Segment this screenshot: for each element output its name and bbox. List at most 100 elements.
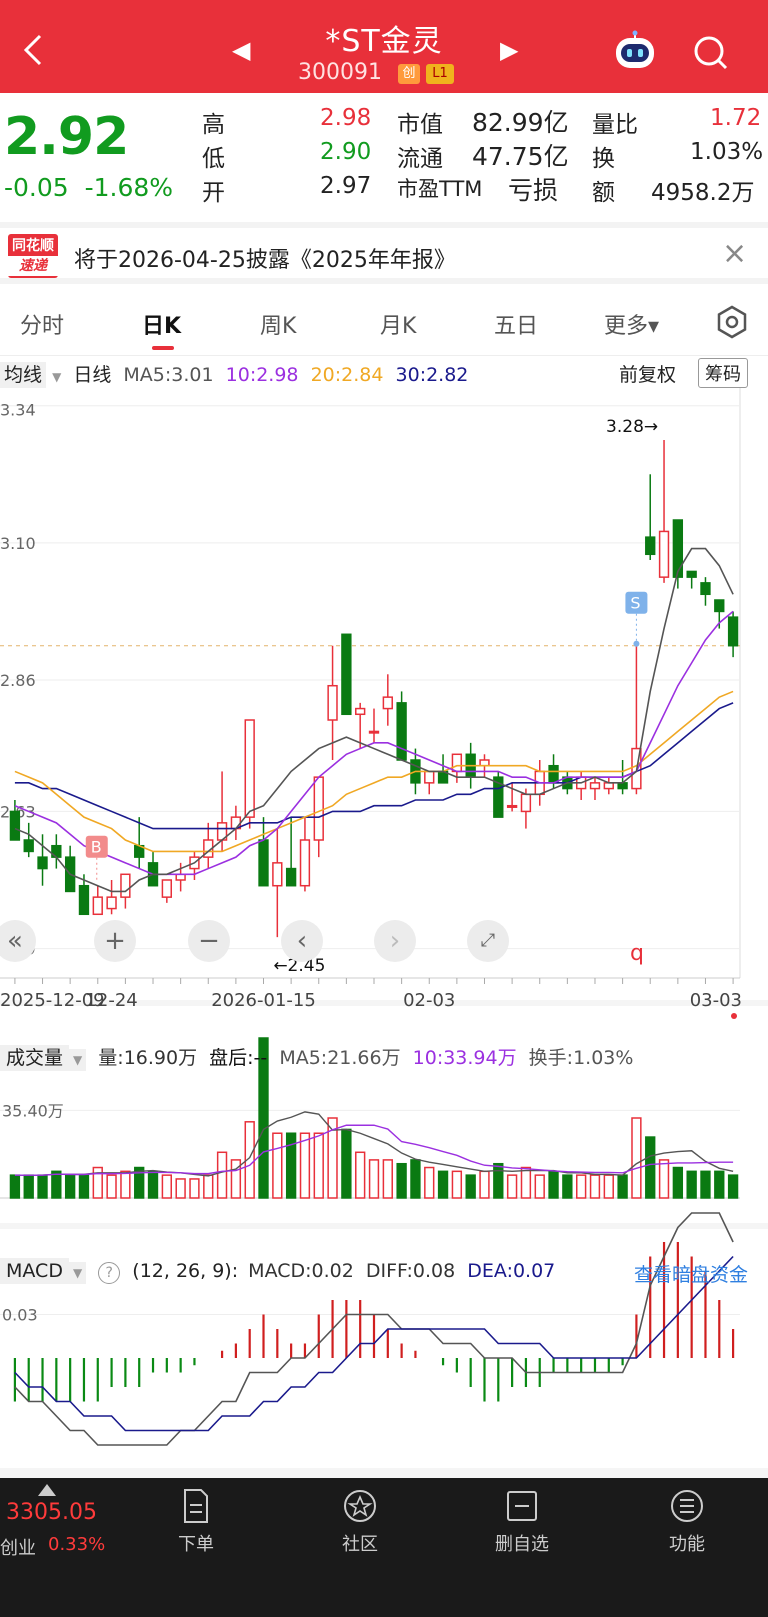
ma5-value: MA5:3.01 bbox=[123, 364, 214, 386]
price-axis-label: 3.10 bbox=[0, 534, 36, 553]
cursor-marker-icon: q bbox=[630, 941, 644, 966]
turnover-value: 1.03% bbox=[690, 139, 764, 165]
candle bbox=[686, 570, 697, 589]
turnover-rate: 换手:1.03% bbox=[528, 1047, 634, 1069]
order-button[interactable]: 下单 bbox=[146, 1488, 246, 1556]
volume-bar bbox=[23, 1174, 34, 1199]
indicator-select[interactable]: 均线 bbox=[0, 362, 47, 388]
volume-bar bbox=[175, 1178, 186, 1199]
volume-bar bbox=[285, 1132, 297, 1199]
float-value: 47.75亿 bbox=[472, 142, 569, 171]
scroll-right-icon[interactable]: › bbox=[374, 920, 416, 962]
candle-body bbox=[714, 599, 725, 613]
candle-body bbox=[589, 782, 601, 790]
ma20-value: 20:2.84 bbox=[310, 364, 384, 386]
volume-select[interactable]: 成交量 bbox=[0, 1045, 70, 1071]
robot-assistant-icon[interactable] bbox=[612, 30, 658, 74]
chip-button[interactable]: 筹码 bbox=[698, 358, 748, 388]
macd-axis-label: 0.03 bbox=[2, 1306, 38, 1325]
next-stock-icon[interactable]: ▶ bbox=[500, 38, 518, 62]
candle bbox=[645, 474, 656, 560]
index-value[interactable]: 3305.05 bbox=[6, 1500, 97, 1525]
functions-button[interactable]: 功能 bbox=[637, 1488, 737, 1556]
candle bbox=[658, 440, 670, 583]
volume-ratio-value: 1.72 bbox=[710, 105, 762, 131]
after-hours-value: 盘后:-- bbox=[209, 1047, 268, 1069]
candle-body bbox=[78, 884, 90, 916]
volume-bar bbox=[534, 1174, 545, 1199]
tab-more[interactable]: 更多▾ bbox=[604, 308, 659, 340]
candle-body bbox=[313, 776, 324, 841]
candle bbox=[161, 879, 172, 903]
menu-icon bbox=[671, 1490, 703, 1522]
mcap-value: 82.99亿 bbox=[472, 108, 569, 137]
candle bbox=[92, 885, 103, 916]
candle bbox=[576, 771, 587, 800]
volume-bar bbox=[700, 1170, 711, 1199]
sell-signal-label: S bbox=[630, 594, 640, 613]
volume-bar bbox=[64, 1174, 76, 1199]
volume-bar bbox=[658, 1159, 670, 1199]
dark-pool-link[interactable]: 查看暗盘资金 bbox=[634, 1260, 748, 1287]
volume-bar bbox=[686, 1170, 697, 1199]
order-icon bbox=[184, 1489, 208, 1523]
kline-legend: 均线 ▼ 日线 MA5:3.01 10:2.98 20:2.84 30:2.82 bbox=[0, 360, 468, 388]
index-name: 创业 bbox=[0, 1538, 36, 1559]
open-value: 2.97 bbox=[320, 173, 372, 199]
pe-label: 市盈TTM bbox=[397, 177, 483, 201]
candle-body bbox=[175, 873, 186, 881]
macd-select[interactable]: MACD bbox=[0, 1258, 69, 1284]
candle bbox=[230, 805, 242, 840]
caret-up-icon bbox=[38, 1484, 56, 1496]
tab-intraday[interactable]: 分时 bbox=[20, 308, 64, 340]
candle-body bbox=[37, 856, 48, 870]
candle-body bbox=[299, 839, 311, 887]
candle bbox=[493, 771, 504, 818]
candle-body bbox=[23, 839, 34, 853]
mcap-label: 市值 bbox=[397, 112, 443, 138]
tab-daily-k[interactable]: 日K bbox=[142, 308, 181, 340]
help-icon[interactable]: ? bbox=[98, 1262, 121, 1284]
sell-signal-dot bbox=[633, 640, 640, 647]
fullscreen-icon[interactable]: ⤢ bbox=[467, 920, 509, 962]
candle bbox=[700, 577, 711, 606]
volume-bar bbox=[272, 1132, 283, 1199]
volume-bar bbox=[147, 1170, 159, 1199]
volume-bar bbox=[437, 1170, 449, 1199]
candle-body bbox=[368, 730, 380, 734]
candle bbox=[727, 611, 739, 658]
candle-body bbox=[548, 764, 559, 784]
announcement-text: 将于2026-04-25披露《2025年年报》 bbox=[74, 248, 456, 273]
tab-five-day[interactable]: 五日 bbox=[494, 308, 538, 340]
diff-value: DIFF:0.08 bbox=[365, 1260, 456, 1282]
scroll-left-icon[interactable]: ‹ bbox=[281, 920, 323, 962]
close-icon[interactable]: × bbox=[722, 236, 747, 271]
tab-weekly-k[interactable]: 周K bbox=[260, 308, 296, 340]
community-button[interactable]: 社区 bbox=[310, 1488, 410, 1556]
volume-bar bbox=[465, 1174, 476, 1199]
zoom-out-icon[interactable]: − bbox=[188, 920, 230, 962]
remove-watchlist-button[interactable]: 删自选 bbox=[472, 1488, 572, 1556]
zoom-in-icon[interactable]: + bbox=[94, 920, 136, 962]
settings-icon[interactable] bbox=[714, 304, 750, 340]
announcement-banner[interactable]: 同花顺 速递 将于2026-04-25披露《2025年年报》 × bbox=[0, 222, 768, 284]
candle bbox=[37, 834, 48, 886]
candle-body bbox=[341, 633, 352, 716]
candle bbox=[382, 674, 393, 726]
index-pct: 0.33% bbox=[48, 1534, 106, 1555]
high-label: 高 bbox=[202, 112, 225, 138]
volume-bar bbox=[9, 1174, 21, 1199]
volume-bar bbox=[424, 1166, 435, 1199]
search-icon[interactable] bbox=[692, 34, 730, 72]
high-price-marker: 3.28→ bbox=[606, 417, 658, 437]
candle-body bbox=[451, 753, 463, 773]
candle bbox=[672, 519, 684, 589]
volume-bar bbox=[341, 1128, 352, 1199]
volume-bar bbox=[355, 1151, 366, 1199]
tab-monthly-k[interactable]: 月K bbox=[380, 308, 416, 340]
ma10-value: 10:2.98 bbox=[225, 364, 299, 386]
adjust-mode[interactable]: 前复权 bbox=[619, 360, 676, 387]
volume-bar bbox=[51, 1170, 62, 1199]
candle bbox=[285, 817, 297, 887]
candle bbox=[451, 753, 463, 783]
